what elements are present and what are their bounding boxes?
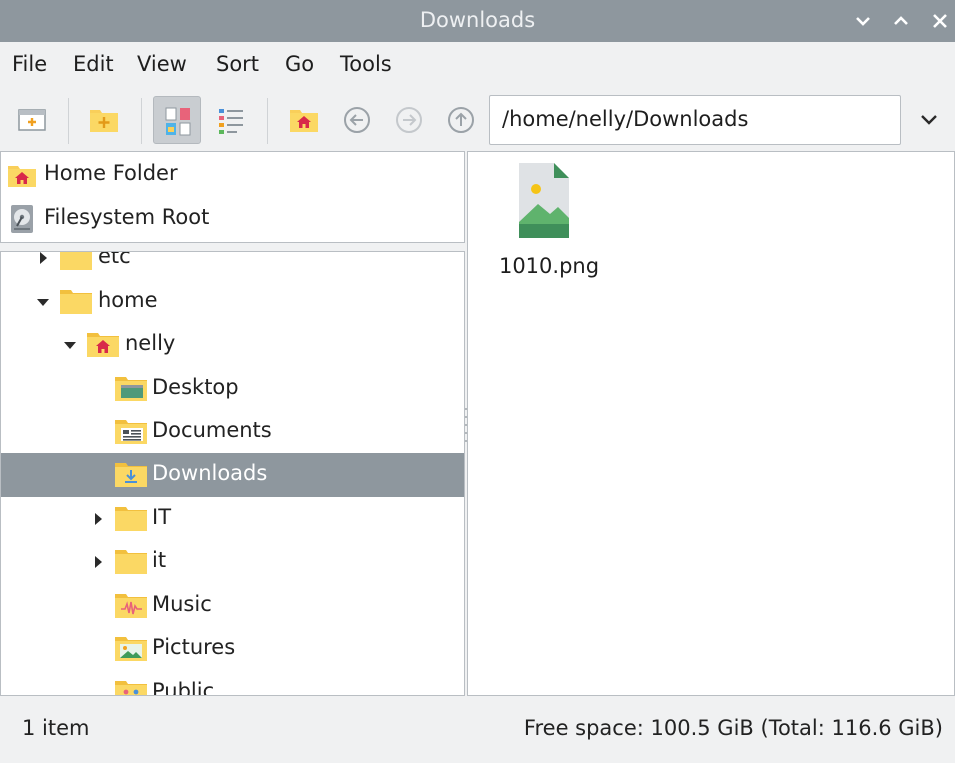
path-input[interactable]: /home/nelly/Downloads [489,95,901,145]
chevron-up-icon [894,16,908,25]
menu-file[interactable]: File [12,52,47,76]
icon-view-icon [165,107,191,136]
tree-item-home[interactable]: home [1,280,464,324]
chevron-down-icon [921,115,937,125]
menu-sort[interactable]: Sort [216,52,259,76]
toolbar-separator [267,98,268,144]
title-bar[interactable]: Downloads [0,0,955,42]
tree-item-label: IT [152,505,172,529]
expand-arrow-icon [95,513,102,525]
tree-item-nelly[interactable]: nelly [1,323,464,367]
detailed-view-icon [219,109,243,134]
toolbar-separator [68,98,69,144]
back-icon [344,107,370,133]
tree-item-label: home [98,288,158,312]
new-folder-icon [90,110,118,132]
close-icon [933,14,947,28]
home-folder-icon [87,333,119,357]
tree-item-IT[interactable]: IT [1,497,464,541]
chevron-down-icon [856,17,870,26]
place-home-folder[interactable]: Home Folder [1,152,464,196]
detailed-view-button[interactable] [207,96,255,144]
toolbar-separator [141,98,142,144]
home-folder-icon [8,166,36,187]
directory-tree[interactable]: etc home nelly Desktop Documents Downloa… [0,251,465,696]
desktop-folder-icon [115,377,147,401]
documents-folder-icon [115,420,147,444]
tree-item-label: nelly [125,331,176,355]
home-icon [290,110,318,132]
expand-arrow-icon [95,556,102,568]
collapse-arrow-icon [37,299,49,306]
free-space-info: Free space: 100.5 GiB (Total: 116.6 GiB) [523,716,943,740]
tree-item-pictures[interactable]: Pictures [1,627,464,671]
new-tab-button[interactable] [8,96,56,144]
up-button[interactable] [437,96,485,144]
icon-view-button[interactable] [153,96,201,144]
back-button[interactable] [333,96,381,144]
expand-arrow-icon [40,252,47,264]
window-title: Downloads [419,8,536,32]
file-item[interactable]: 1010.png [488,162,610,282]
file-manager-window: Downloads File Edit View Sort Go Tools /… [0,0,955,763]
tree-item-label: it [152,548,167,572]
forward-button[interactable] [385,96,433,144]
menu-go[interactable]: Go [285,52,314,76]
folder-icon [60,290,92,314]
public-folder-icon [115,681,147,695]
tree-item-label: etc [98,251,131,268]
folder-icon [115,507,147,531]
forward-icon [396,107,422,133]
toolbar: /home/nelly/Downloads [0,88,955,150]
menu-view[interactable]: View [137,52,187,76]
place-filesystem-root[interactable]: Filesystem Root [1,196,464,240]
minimize-button[interactable] [850,8,876,34]
drive-icon [11,205,33,233]
item-count: 1 item [22,716,90,740]
menu-bar: File Edit View Sort Go Tools [0,42,955,88]
path-history-dropdown[interactable] [912,102,946,136]
tree-item-label: Documents [152,418,272,442]
place-label: Filesystem Root [44,205,210,229]
music-folder-icon [115,594,147,618]
folder-icon [115,550,147,574]
tree-item-label: Pictures [152,635,236,659]
tree-item-etc[interactable]: etc [1,251,464,280]
tree-item-label: Music [152,592,212,616]
menu-edit[interactable]: Edit [73,52,114,76]
tree-item-desktop[interactable]: Desktop [1,367,464,411]
collapse-arrow-icon [64,342,76,349]
downloads-folder-icon [115,463,147,487]
maximize-button[interactable] [888,8,914,34]
pictures-folder-icon [115,637,147,661]
tree-item-it[interactable]: it [1,540,464,584]
image-file-icon [519,163,569,238]
status-bar: 1 item Free space: 100.5 GiB (Total: 116… [0,696,955,763]
tree-item-documents[interactable]: Documents [1,410,464,454]
close-button[interactable] [927,8,953,34]
up-icon [448,107,474,133]
folder-icon [60,252,92,270]
new-folder-button[interactable] [80,96,128,144]
home-button[interactable] [280,96,328,144]
tree-item-downloads[interactable]: Downloads [1,453,464,497]
places-panel: Home Folder Filesystem Root [0,151,465,243]
file-list-view[interactable]: 1010.png [467,151,955,696]
menu-tools[interactable]: Tools [340,52,392,76]
tree-item-public[interactable]: Public [1,671,464,696]
new-tab-icon [18,109,46,131]
file-name: 1010.png [498,254,600,278]
tree-item-label: Desktop [152,375,239,399]
tree-item-label: Downloads [152,461,268,485]
place-label: Home Folder [44,161,178,185]
tree-item-label: Public [152,679,215,696]
tree-item-music[interactable]: Music [1,584,464,628]
